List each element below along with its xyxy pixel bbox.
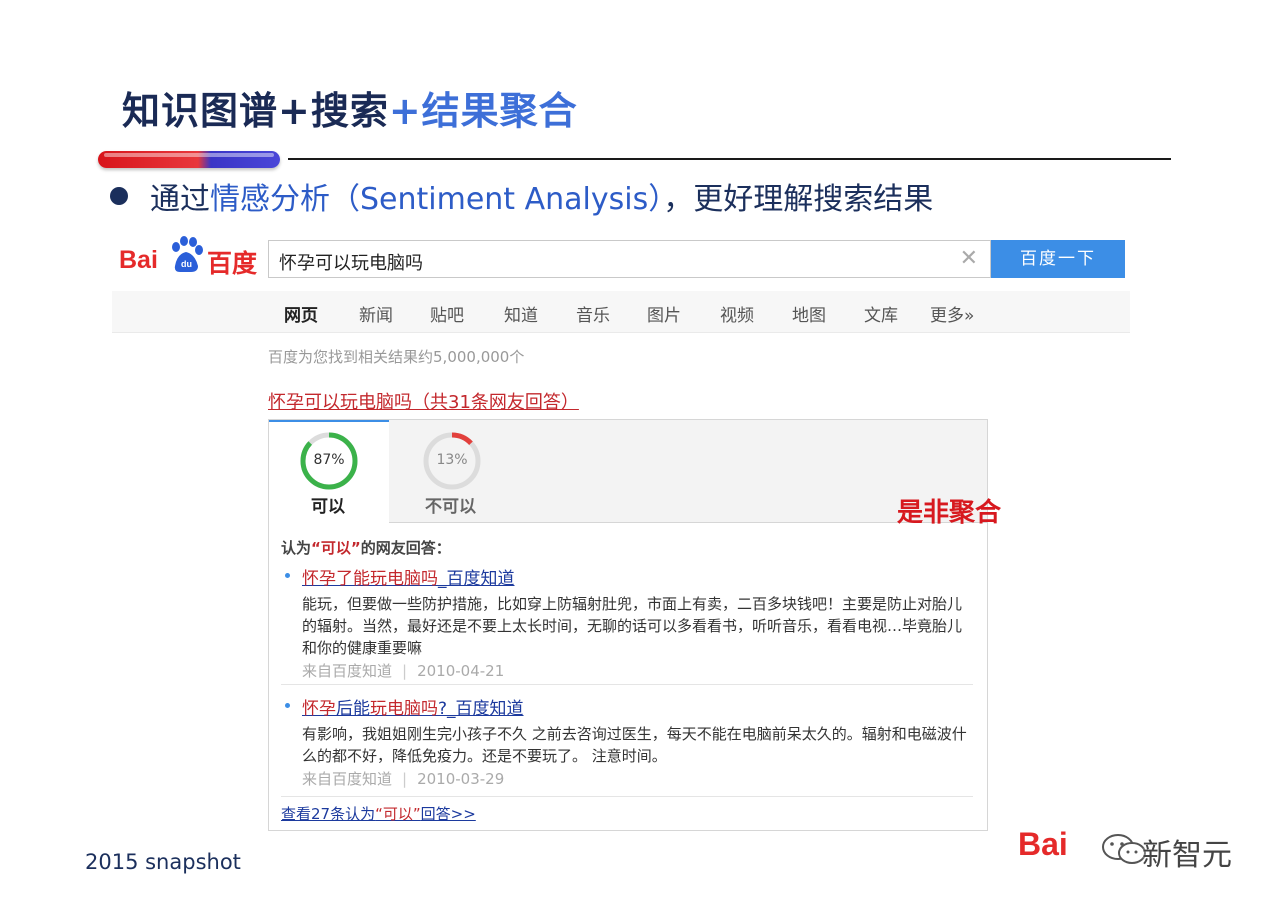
see-more-suffix[interactable]: 回答>> [421, 805, 476, 823]
answer-link-blue[interactable]: ?_百度知道 [438, 699, 524, 719]
answer-date: 2010-03-29 [417, 770, 505, 788]
baidu-logo[interactable]: Bai du 百度 [119, 236, 259, 278]
see-more-link[interactable]: 查看27条认为“可以”回答>> [281, 803, 476, 824]
answer-snippet: 能玩，但要做一些防护措施，比如穿上防辐射肚兜，市面上有卖，二百多块钱吧！主要是防… [302, 595, 963, 657]
result-title-link[interactable]: 怀孕可以玩电脑吗（共31条网友回答） [268, 388, 579, 414]
tab-web[interactable]: 网页 [284, 301, 318, 326]
search-button[interactable]: 百度一下 [991, 240, 1125, 278]
watermark-bai: Bai [1018, 826, 1068, 862]
yes-label[interactable]: 可以 [311, 492, 345, 517]
bullet-text: 通过情感分析（Sentiment Analysis），更好理解搜索结果 [150, 174, 933, 218]
tab-more[interactable]: 更多» [930, 301, 974, 326]
answer-link[interactable]: 怀孕了能玩电脑吗_百度知道 [302, 564, 515, 589]
answer-snippet: 有影响，我姐姐刚生完小孩子不久 之前去咨询过医生，每天不能在电脑前呆太久的。辐射… [302, 725, 967, 765]
slide-title: 知识图谱+搜索+结果聚合 [122, 80, 578, 135]
yes-percent: 87% [313, 452, 345, 468]
answer-link-red[interactable]: 怀孕了能玩电脑吗 [302, 569, 438, 589]
tab-zhidao[interactable]: 知道 [504, 301, 538, 326]
answers-heading-quote: “可以” [311, 539, 361, 557]
meta-separator: | [402, 662, 408, 680]
bullet-highlight: 情感分析（Sentiment Analysis） [210, 182, 664, 217]
no-percent: 13% [436, 452, 468, 468]
answer-divider [281, 684, 973, 685]
title-divider-line [288, 158, 1171, 160]
answers-heading-prefix: 认为 [281, 539, 312, 557]
answer-link-blue[interactable]: _百度知道 [438, 569, 515, 589]
slide-title-accent: +结果聚合 [388, 89, 578, 133]
bullet-icon [110, 187, 128, 205]
logo-bai-text: Bai [119, 246, 158, 274]
tab-news[interactable]: 新闻 [359, 301, 393, 326]
bullet-suffix: ，更好理解搜索结果 [663, 182, 934, 217]
see-more-quote[interactable]: “可以” [375, 805, 421, 823]
answer-link-red[interactable]: 玩电脑吗 [370, 699, 438, 719]
close-icon[interactable]: ✕ [960, 246, 978, 271]
tab-wenku[interactable]: 文库 [864, 301, 898, 326]
search-input[interactable]: 怀孕可以玩电脑吗 ✕ [268, 240, 991, 278]
see-more-prefix[interactable]: 查看27条认为 [281, 805, 375, 823]
tab-tieba[interactable]: 贴吧 [430, 301, 464, 326]
search-nav-tabs: 网页 新闻 贴吧 知道 音乐 图片 视频 地图 文库 更多» [112, 291, 1130, 333]
paw-icon: du [172, 236, 203, 272]
bullet-dot-icon [285, 573, 290, 578]
watermark: Bai 新智元 [1018, 822, 1248, 873]
title-decoration-bar [98, 151, 280, 168]
answers-heading: 认为“可以”的网友回答： [281, 537, 451, 558]
search-query[interactable]: 怀孕可以玩电脑吗 [279, 249, 423, 275]
answer-date: 2010-04-21 [417, 662, 505, 680]
annotation-label: 是非聚合 [897, 498, 1002, 528]
answer-link-red[interactable]: 怀孕 [302, 699, 336, 719]
result-count: 百度为您找到相关结果约5,000,000个 [268, 348, 525, 366]
tab-music[interactable]: 音乐 [576, 301, 610, 326]
watermark-name: 新智元 [1142, 838, 1232, 873]
footer-note: 2015 snapshot [85, 850, 241, 874]
bullet-prefix: 通过 [150, 182, 210, 217]
answers-heading-suffix: 的网友回答： [360, 539, 451, 557]
tab-images[interactable]: 图片 [647, 301, 681, 326]
answer-link-blue[interactable]: 后能 [336, 699, 370, 719]
answer-link[interactable]: 怀孕后能玩电脑吗?_百度知道 [302, 694, 524, 719]
aggregation-card: 87% 可以 13% 不可以 认为“可以”的网友回答： 怀孕了能玩电脑吗_百度知… [268, 419, 988, 831]
logo-cn-text: 百度 [207, 249, 258, 278]
tab-video[interactable]: 视频 [720, 301, 754, 326]
meta-separator: | [402, 770, 408, 788]
svg-text:du: du [181, 259, 192, 269]
answer-divider [281, 796, 973, 797]
no-label[interactable]: 不可以 [425, 492, 476, 517]
answer-meta: 来自百度知道 | 2010-03-29 [302, 768, 504, 789]
answer-source: 来自百度知道 [302, 662, 393, 680]
answer-meta: 来自百度知道 | 2010-04-21 [302, 660, 504, 681]
slide-title-main: 知识图谱+搜索 [122, 89, 389, 133]
answer-source: 来自百度知道 [302, 770, 393, 788]
bullet-dot-icon [285, 703, 290, 708]
tab-maps[interactable]: 地图 [792, 301, 826, 326]
